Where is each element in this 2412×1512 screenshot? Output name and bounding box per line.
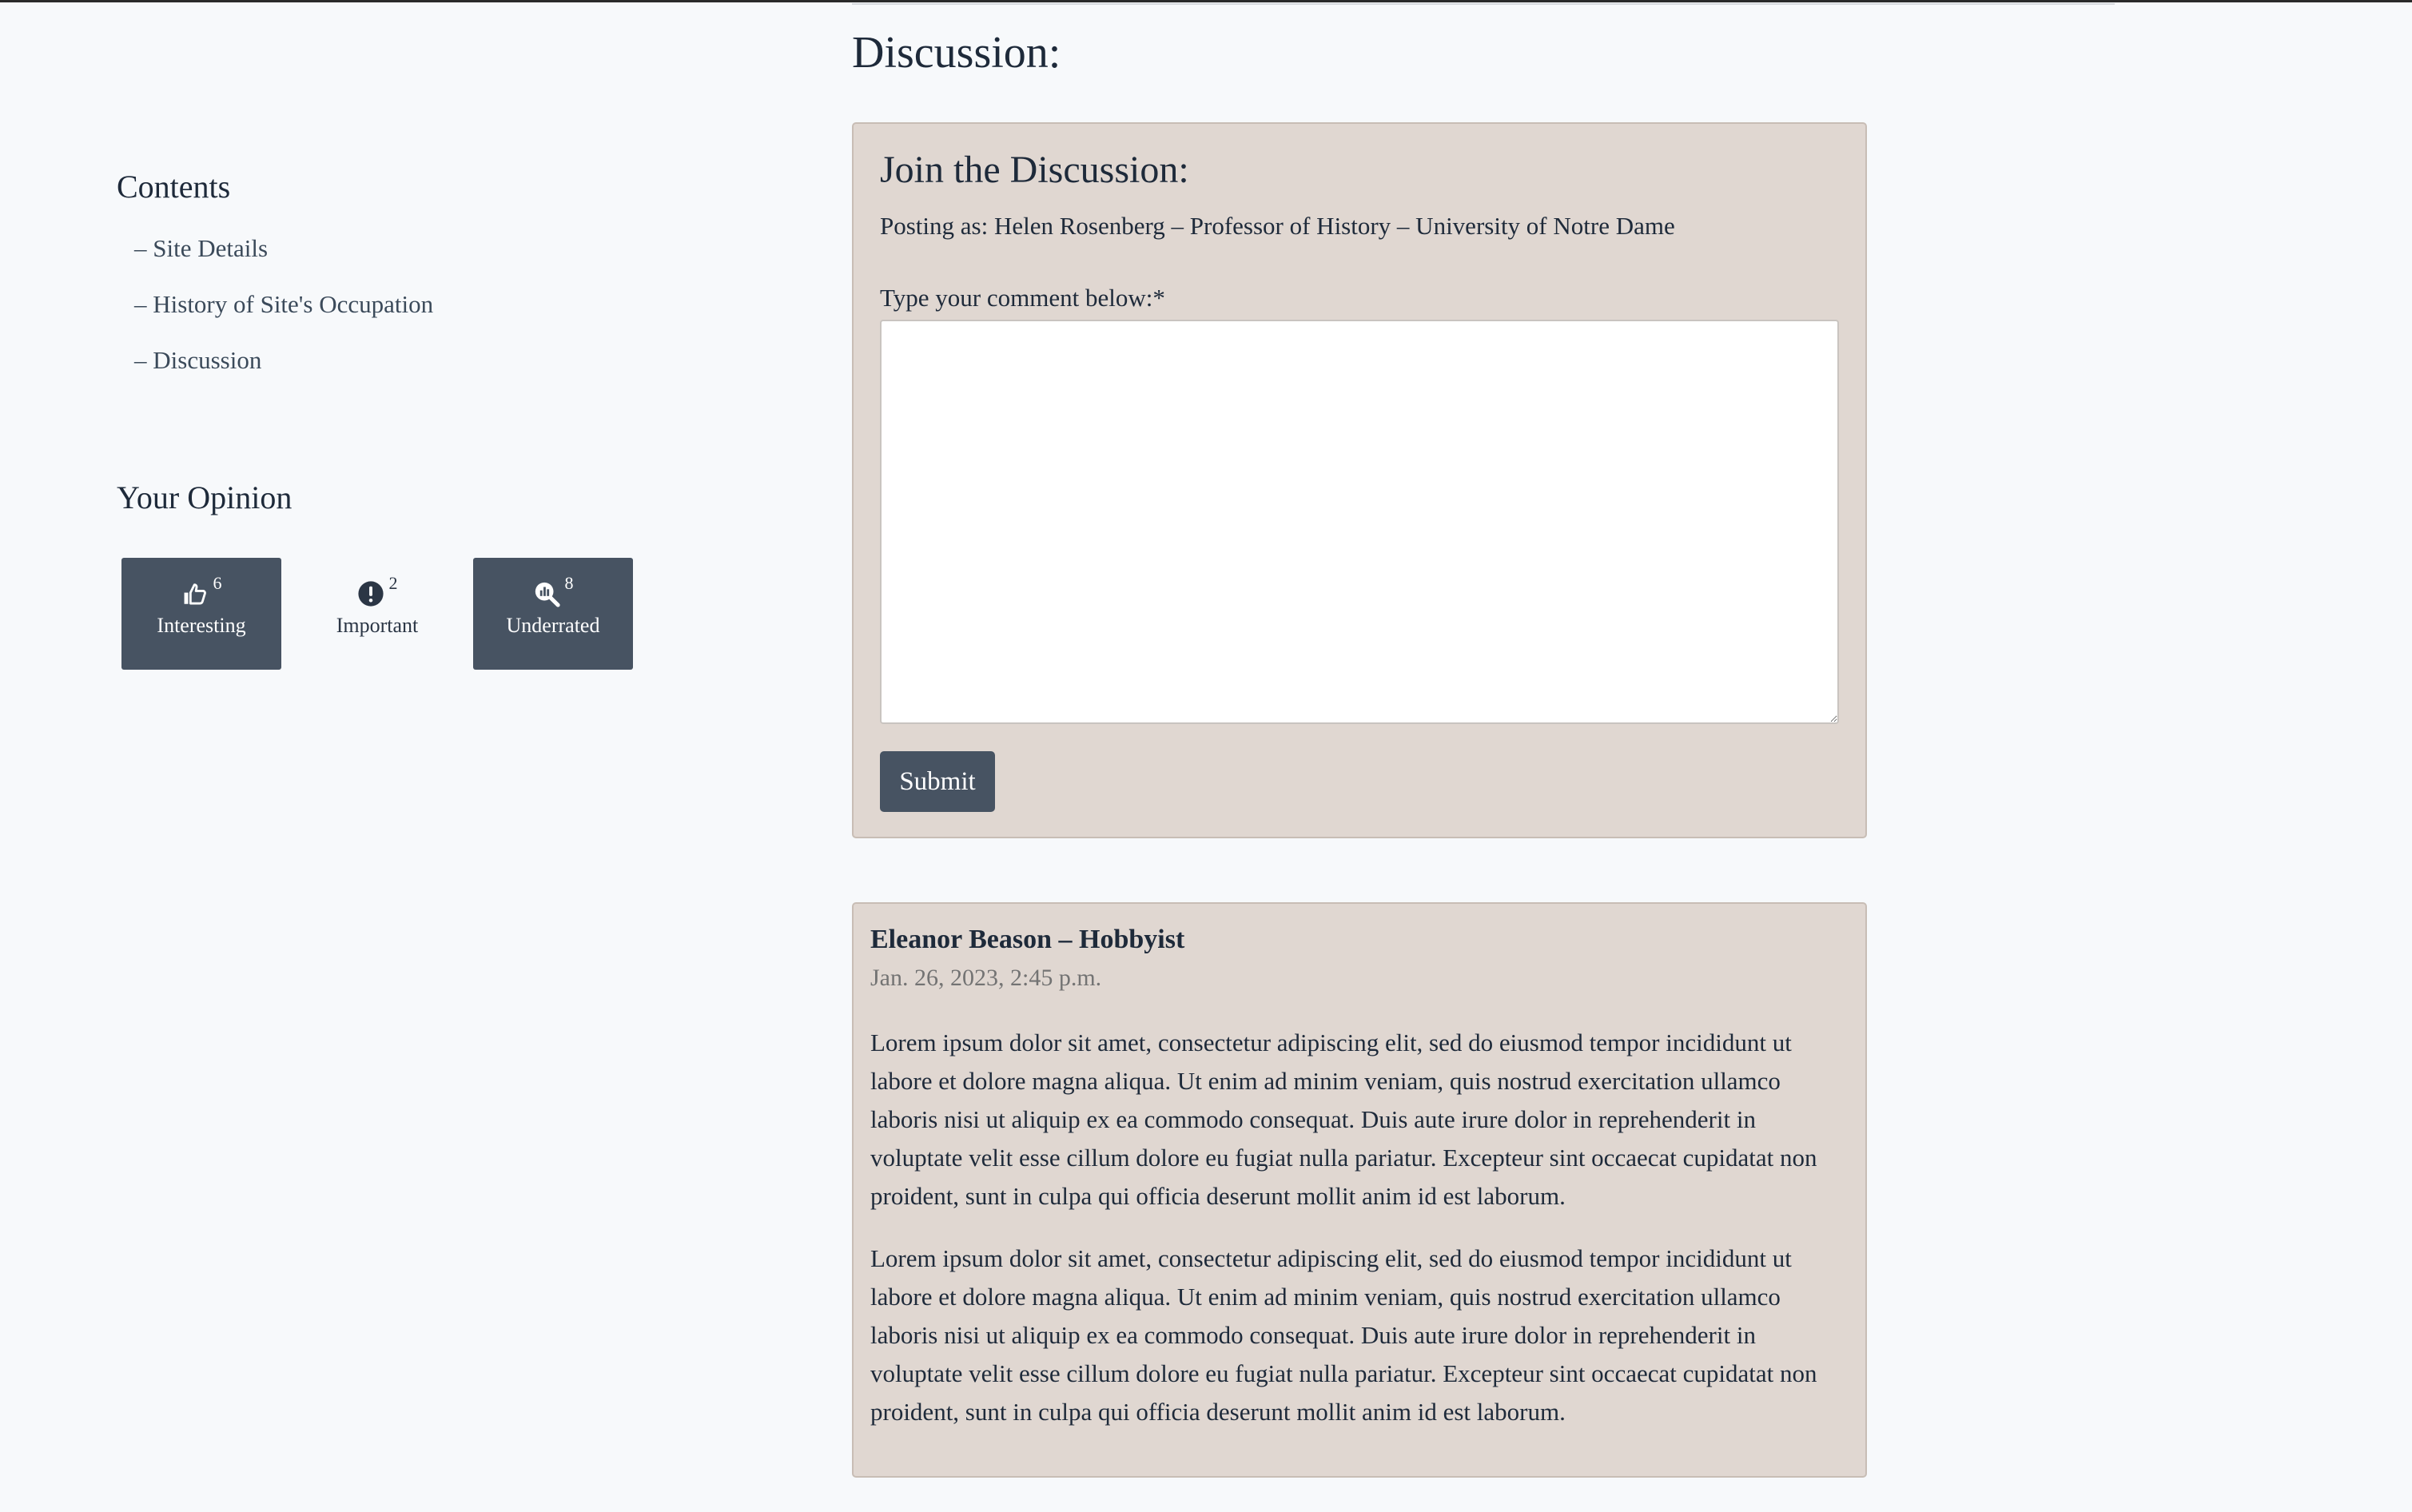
comment-date: Jan. 26, 2023, 2:45 p.m. xyxy=(870,965,1102,991)
comment-card: Eleanor Beason – Hobbyist Jan. 26, 2023,… xyxy=(852,902,1867,1478)
top-border xyxy=(0,0,2412,2)
interesting-label: Interesting xyxy=(157,614,246,637)
important-label: Important xyxy=(336,614,419,637)
underrated-label: Underrated xyxy=(506,614,600,637)
comment-paragraph: Lorem ipsum dolor sit amet, consectetur … xyxy=(870,1029,1817,1210)
thumbs-up-icon xyxy=(184,583,206,605)
join-title: Join the Discussion: xyxy=(880,149,1189,191)
important-button[interactable]: 2 Important xyxy=(297,558,457,670)
underrated-button[interactable]: 8 Underrated xyxy=(473,558,633,670)
discussion-heading: Discussion: xyxy=(852,28,1061,78)
comment-author: Eleanor Beason – Hobbyist xyxy=(870,925,1185,954)
interesting-button[interactable]: 6 Interesting xyxy=(121,558,281,670)
comment-label: Type your comment below:* xyxy=(880,284,1165,312)
toc-link-site-details[interactable]: – Site Details xyxy=(134,229,756,285)
submit-button[interactable]: Submit xyxy=(880,751,995,812)
toc-link-history[interactable]: – History of Site's Occupation xyxy=(134,285,756,341)
comment-body: Lorem ipsum dolor sit amet, consectetur … xyxy=(870,1024,1853,1455)
sidebar: Contents – Site Details – History of Sit… xyxy=(117,168,756,670)
contents-title: Contents xyxy=(117,169,231,205)
opinion-title: Your Opinion xyxy=(117,479,293,515)
exclamation-circle-icon xyxy=(357,581,384,607)
posting-as-text: Posting as: Helen Rosenberg – Professor … xyxy=(880,212,1675,240)
important-count: 2 xyxy=(388,573,398,593)
toc-link-discussion[interactable]: – Discussion xyxy=(134,341,756,397)
interesting-count: 6 xyxy=(213,573,222,593)
join-discussion-panel: Join the Discussion: Posting as: Helen R… xyxy=(852,122,1867,838)
section-divider xyxy=(852,3,2115,5)
underrated-count: 8 xyxy=(564,573,574,593)
opinion-buttons: 6 Interesting 2 Important 8 Underrated xyxy=(121,558,756,670)
table-of-contents: – Site Details – History of Site's Occup… xyxy=(134,229,756,397)
comment-textarea[interactable] xyxy=(880,320,1839,724)
comment-paragraph: Lorem ipsum dolor sit amet, consectetur … xyxy=(870,1244,1817,1426)
magnifier-chart-icon xyxy=(535,582,560,607)
